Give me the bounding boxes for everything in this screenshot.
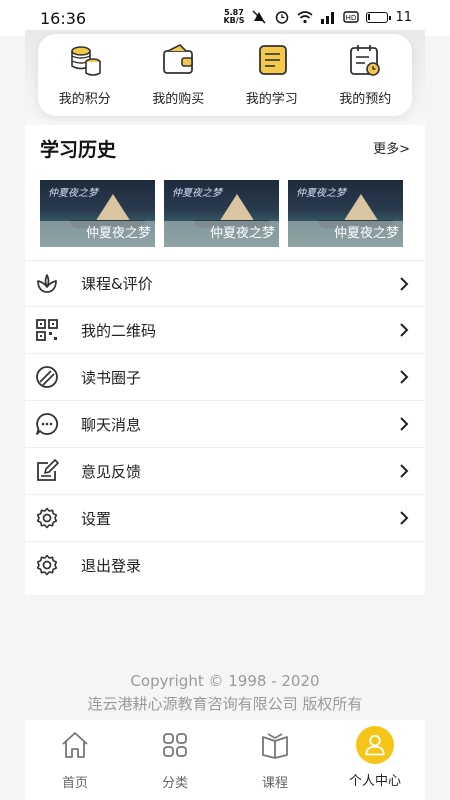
history-thumbnails: 仲夏夜之梦 仲夏夜之梦 仲夏夜之梦 仲夏夜之梦 仲夏夜之梦 仲夏夜之梦 <box>40 180 410 247</box>
signal-icon <box>321 12 335 24</box>
history-item[interactable]: 仲夏夜之梦 仲夏夜之梦 <box>164 180 279 247</box>
course-logo-text: 仲夏夜之梦 <box>296 188 346 199</box>
gear-icon <box>36 507 58 529</box>
quick-item-label: 我的购买 <box>152 92 205 107</box>
menu-item-label: 课程&评价 <box>81 275 153 293</box>
chevron-right-icon <box>400 511 409 525</box>
history-title: 学习历史 <box>40 139 117 161</box>
battery-icon <box>366 11 392 23</box>
quick-item-label: 我的积分 <box>58 92 111 107</box>
quick-item-label: 我的预约 <box>339 92 392 107</box>
menu-item-feedback[interactable]: 意见反馈 <box>25 448 425 495</box>
menu-item-label: 设置 <box>81 509 112 528</box>
tab-label: 课程 <box>261 776 288 791</box>
chat-icon <box>36 413 59 435</box>
copyright-footer: Copyright © 1998 - 2020 连云港耕心源教育咨询有限公司 版… <box>0 670 450 716</box>
menu-item-reading-circle[interactable]: 读书圈子 <box>25 354 425 401</box>
hd-icon: HD <box>343 11 360 23</box>
bottom-tab-bar: 首页 分类 课程 个人中心 <box>25 720 425 800</box>
feedback-icon <box>37 459 59 481</box>
history-item[interactable]: 仲夏夜之梦 仲夏夜之梦 <box>288 180 403 247</box>
boat-illustration <box>343 194 379 222</box>
menu-item-settings[interactable]: 设置 <box>25 495 425 542</box>
boat-illustration <box>95 194 131 222</box>
mute-icon <box>252 10 266 24</box>
boat-illustration <box>219 194 255 222</box>
menu-item-chat-messages[interactable]: 聊天消息 <box>25 401 425 448</box>
more-link[interactable]: 更多> <box>373 138 410 157</box>
notes-icon <box>258 45 287 75</box>
history-item[interactable]: 仲夏夜之梦 仲夏夜之梦 <box>40 180 155 247</box>
coins-icon <box>70 46 101 76</box>
tab-categories[interactable]: 分类 <box>125 720 225 800</box>
course-logo-text: 仲夏夜之梦 <box>48 188 98 199</box>
course-logo-text: 仲夏夜之梦 <box>172 188 222 199</box>
wifi-icon <box>297 11 313 24</box>
menu-item-label: 退出登录 <box>81 557 142 575</box>
menu-item-courses-reviews[interactable]: 课程&评价 <box>25 260 425 307</box>
chevron-right-icon <box>400 370 409 384</box>
qrcode-icon <box>36 319 58 341</box>
status-icons: 5.87 KB/S HD 11 <box>223 9 412 25</box>
net-speed: 5.87 KB/S <box>223 8 245 25</box>
active-tab-badge <box>356 726 394 764</box>
quick-actions-card: 我的积分 我的购买 我的学习 我的预约 <box>38 34 412 116</box>
wallet-icon <box>163 44 194 74</box>
quick-item-purchases[interactable]: 我的购买 <box>138 42 218 107</box>
tab-home[interactable]: 首页 <box>25 720 125 800</box>
svg-text:HD: HD <box>346 14 357 22</box>
menu-item-label: 读书圈子 <box>81 368 142 387</box>
grid-icon <box>163 733 187 757</box>
copyright-line: Copyright © 1998 - 2020 <box>130 672 320 690</box>
status-time: 16:36 <box>40 9 87 28</box>
chevron-right-icon <box>400 277 409 291</box>
quick-item-points[interactable]: 我的积分 <box>45 42 125 107</box>
tab-courses[interactable]: 课程 <box>225 720 325 800</box>
chevron-right-icon <box>400 464 409 478</box>
book-icon <box>262 733 288 759</box>
tab-profile[interactable]: 个人中心 <box>325 720 425 800</box>
history-item-caption: 仲夏夜之梦 <box>40 221 155 247</box>
settings-menu: 课程&评价 我的二维码 读书圈子 聊天消息 意见反馈 设置 退出登录 <box>25 260 425 589</box>
quick-item-learning[interactable]: 我的学习 <box>232 42 312 107</box>
gear-icon <box>36 554 58 576</box>
home-icon <box>62 732 88 758</box>
history-header: 学习历史 更多> <box>40 135 410 161</box>
user-icon <box>365 735 385 756</box>
quick-item-appointments[interactable]: 我的预约 <box>325 42 405 107</box>
chevron-right-icon <box>400 417 409 431</box>
menu-item-label: 聊天消息 <box>81 415 142 434</box>
menu-item-label: 我的二维码 <box>81 321 157 340</box>
lotus-icon <box>37 274 57 293</box>
menu-item-logout[interactable]: 退出登录 <box>25 542 425 589</box>
history-item-caption: 仲夏夜之梦 <box>164 221 279 247</box>
profile-panel: 学习历史 更多> 仲夏夜之梦 仲夏夜之梦 仲夏夜之梦 仲夏夜之梦 仲夏夜之梦 仲… <box>25 125 425 595</box>
tab-label: 首页 <box>61 776 88 791</box>
tab-label: 个人中心 <box>348 774 401 789</box>
menu-item-qrcode[interactable]: 我的二维码 <box>25 307 425 354</box>
chevron-right-icon <box>400 323 409 337</box>
battery-level: 11 <box>395 9 412 25</box>
aperture-icon <box>36 366 58 388</box>
history-item-caption: 仲夏夜之梦 <box>288 221 403 247</box>
calendar-icon <box>350 45 381 76</box>
menu-item-label: 意见反馈 <box>81 462 142 481</box>
alarm-icon <box>276 11 289 24</box>
tab-label: 分类 <box>161 776 188 791</box>
company-line: 连云港耕心源教育咨询有限公司 版权所有 <box>87 695 363 713</box>
quick-item-label: 我的学习 <box>245 92 298 107</box>
